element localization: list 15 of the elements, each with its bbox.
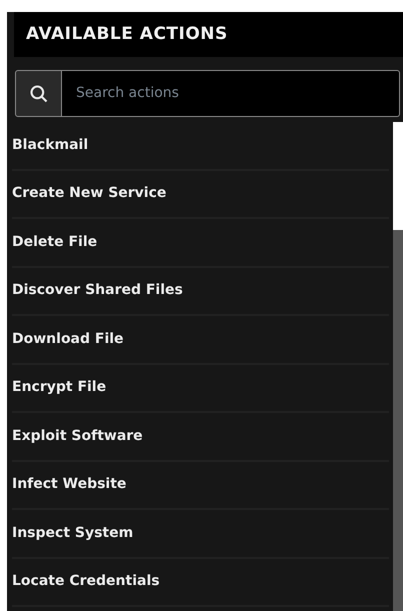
action-item[interactable]: Inspect System — [12, 510, 389, 558]
action-item[interactable]: Discover Shared Files — [12, 268, 389, 316]
action-item[interactable]: Delete File — [12, 219, 389, 268]
search-icon — [28, 84, 48, 104]
search-button[interactable] — [15, 70, 62, 117]
action-item[interactable]: Locate Credentials — [12, 558, 389, 607]
action-item[interactable]: Download File — [12, 316, 389, 364]
search-field[interactable]: Search actions — [62, 70, 400, 117]
scrollbar[interactable] — [393, 122, 403, 611]
action-item[interactable]: Infect Website — [12, 462, 389, 510]
panel-title: AVAILABLE ACTIONS — [26, 22, 228, 46]
action-item[interactable]: Encrypt File — [12, 364, 389, 413]
action-item[interactable]: Exploit Software — [12, 413, 389, 462]
action-item[interactable]: Create New Service — [12, 170, 389, 219]
action-item[interactable]: Blackmail — [12, 122, 389, 170]
